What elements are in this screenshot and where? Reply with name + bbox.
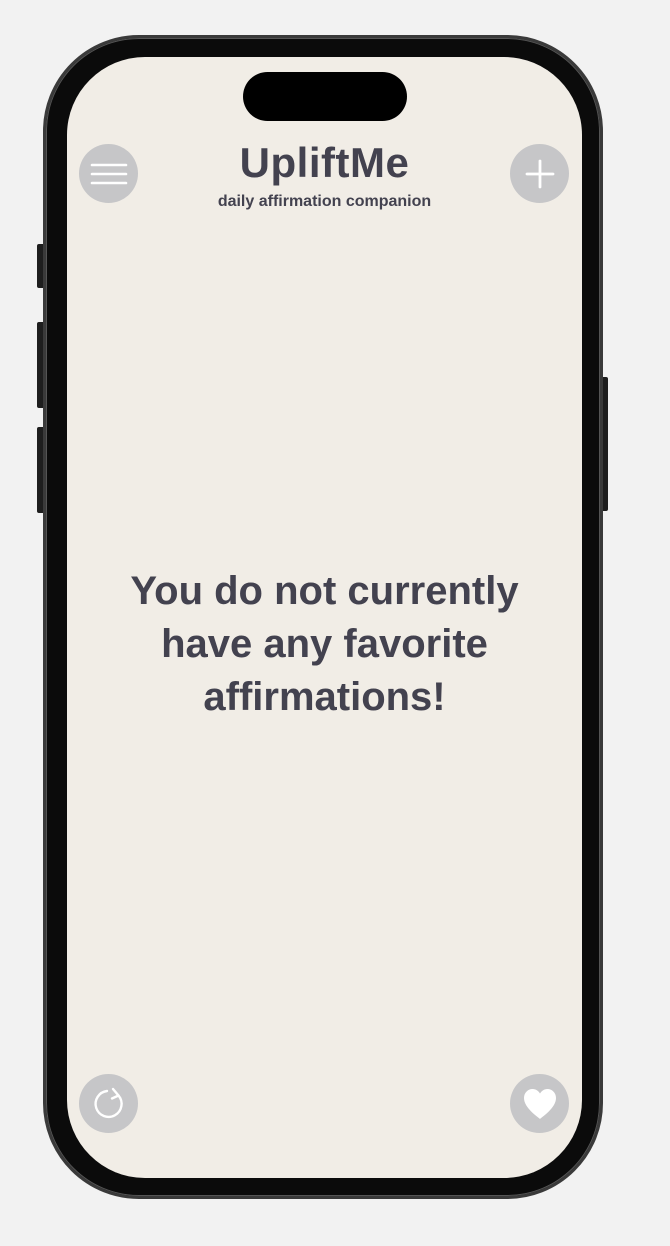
- add-affirmation-button[interactable]: [510, 144, 569, 203]
- empty-favorites-message: You do not currently have any favorite a…: [130, 569, 519, 719]
- phone-frame: UpliftMe daily affirmation companion You…: [43, 35, 603, 1199]
- device-stage: UpliftMe daily affirmation companion You…: [0, 0, 670, 1246]
- app-subtitle: daily affirmation companion: [217, 193, 432, 210]
- app-screen: UpliftMe daily affirmation companion You…: [67, 57, 582, 1178]
- refresh-icon: [91, 1086, 127, 1122]
- plus-icon: [525, 159, 555, 189]
- dynamic-island: [243, 72, 407, 121]
- refresh-button[interactable]: [79, 1074, 138, 1133]
- heart-icon: [521, 1087, 559, 1121]
- app-title: UpliftMe: [239, 139, 410, 186]
- favorites-button[interactable]: [510, 1074, 569, 1133]
